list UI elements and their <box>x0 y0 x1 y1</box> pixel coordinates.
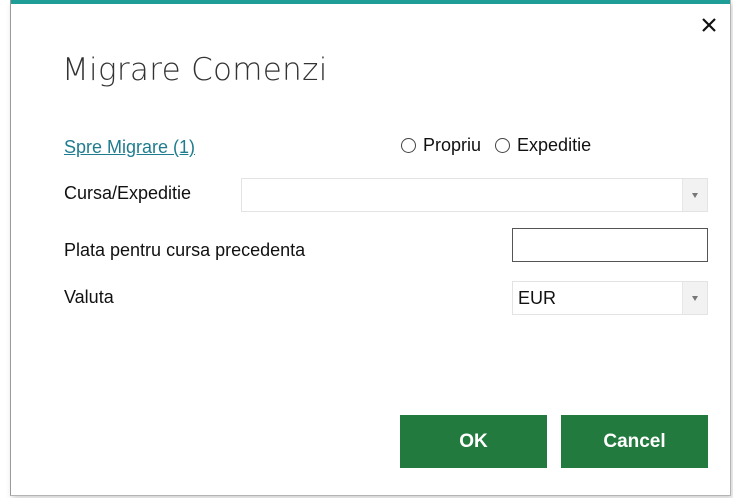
radio-propriu-label: Propriu <box>423 135 482 155</box>
type-radio-group: Propriu Expeditie <box>401 135 605 156</box>
cursa-expeditie-label: Cursa/Expeditie <box>64 183 192 203</box>
close-icon[interactable] <box>698 14 720 36</box>
chevron-down-icon[interactable] <box>682 179 707 211</box>
migrare-comenzi-dialog: Migrare Comenzi Spre Migrare (1) Propriu… <box>10 0 731 496</box>
valuta-label: Valuta <box>64 287 114 307</box>
radio-expeditie-label: Expeditie <box>517 135 592 155</box>
dialog-accent-bar <box>11 0 730 4</box>
dialog-title: Migrare Comenzi <box>62 52 328 88</box>
plata-cursa-precedenta-label: Plata pentru cursa precedenta <box>64 240 306 260</box>
radio-expeditie[interactable]: Expeditie <box>495 135 591 156</box>
radio-expeditie-circle[interactable] <box>495 138 511 153</box>
plata-cursa-precedenta-input[interactable] <box>512 228 708 262</box>
radio-propriu-circle[interactable] <box>401 138 416 153</box>
spre-migrare-link[interactable]: Spre Migrare (1) <box>64 137 195 158</box>
ok-button[interactable]: OK <box>400 415 547 468</box>
cancel-button[interactable]: Cancel <box>561 415 708 468</box>
cursa-expeditie-select[interactable] <box>241 178 708 212</box>
valuta-value: EUR <box>518 288 557 308</box>
chevron-down-icon[interactable] <box>682 282 707 314</box>
radio-propriu[interactable]: Propriu <box>401 135 481 156</box>
valuta-select[interactable]: EUR <box>512 281 708 315</box>
